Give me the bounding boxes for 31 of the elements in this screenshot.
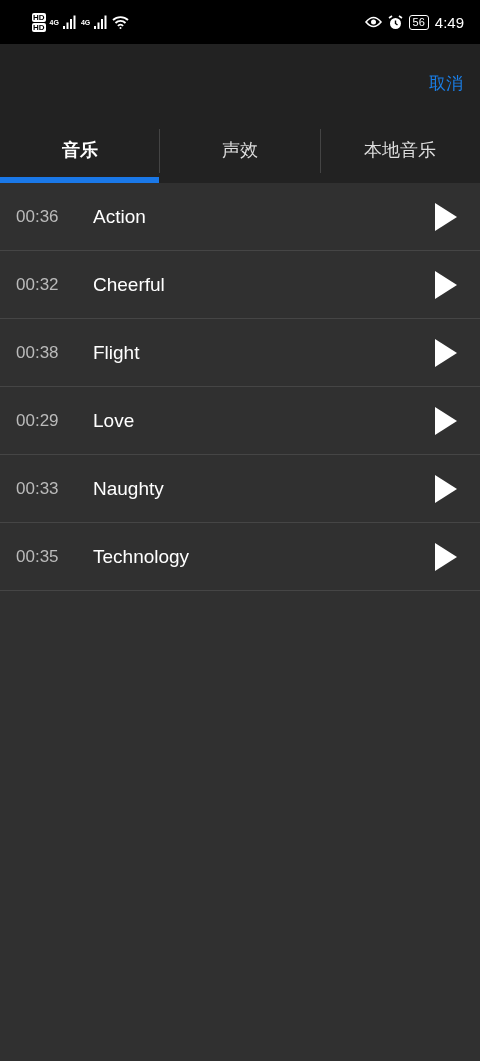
play-icon[interactable] (434, 201, 458, 232)
alarm-icon (387, 14, 403, 30)
play-icon[interactable] (434, 473, 458, 504)
track-title: Flight (93, 341, 141, 364)
tab[interactable]: 音乐 (0, 122, 160, 183)
play-icon[interactable] (434, 337, 458, 368)
track-title: Action (93, 205, 147, 228)
sim-label: HD (32, 12, 46, 22)
track-title: Cheerful (93, 273, 166, 296)
sim-label: HD (32, 22, 46, 32)
track-duration: 00:35 (16, 546, 60, 567)
track-duration: 00:38 (16, 342, 60, 363)
clock-time: 4:49 (434, 13, 464, 31)
wifi-icon (112, 15, 130, 29)
signal-icon (62, 15, 77, 29)
track-duration: 00:32 (16, 274, 60, 295)
track-title: Love (93, 409, 136, 432)
cancel-button[interactable]: 取消 (429, 71, 463, 95)
track-title: Naughty (93, 477, 165, 500)
play-icon[interactable] (434, 405, 458, 436)
play-icon[interactable] (434, 541, 458, 572)
tab[interactable]: 本地音乐 (320, 122, 480, 183)
battery-level: 56 (408, 14, 429, 30)
track-duration: 00:29 (16, 410, 60, 431)
track-duration: 00:33 (16, 478, 60, 499)
play-icon[interactable] (434, 269, 458, 300)
tab[interactable]: 声效 (160, 122, 320, 183)
signal-icon (94, 15, 109, 29)
eye-icon (364, 16, 382, 28)
track-title: Technology (93, 545, 191, 568)
track-duration: 00:36 (16, 206, 60, 227)
